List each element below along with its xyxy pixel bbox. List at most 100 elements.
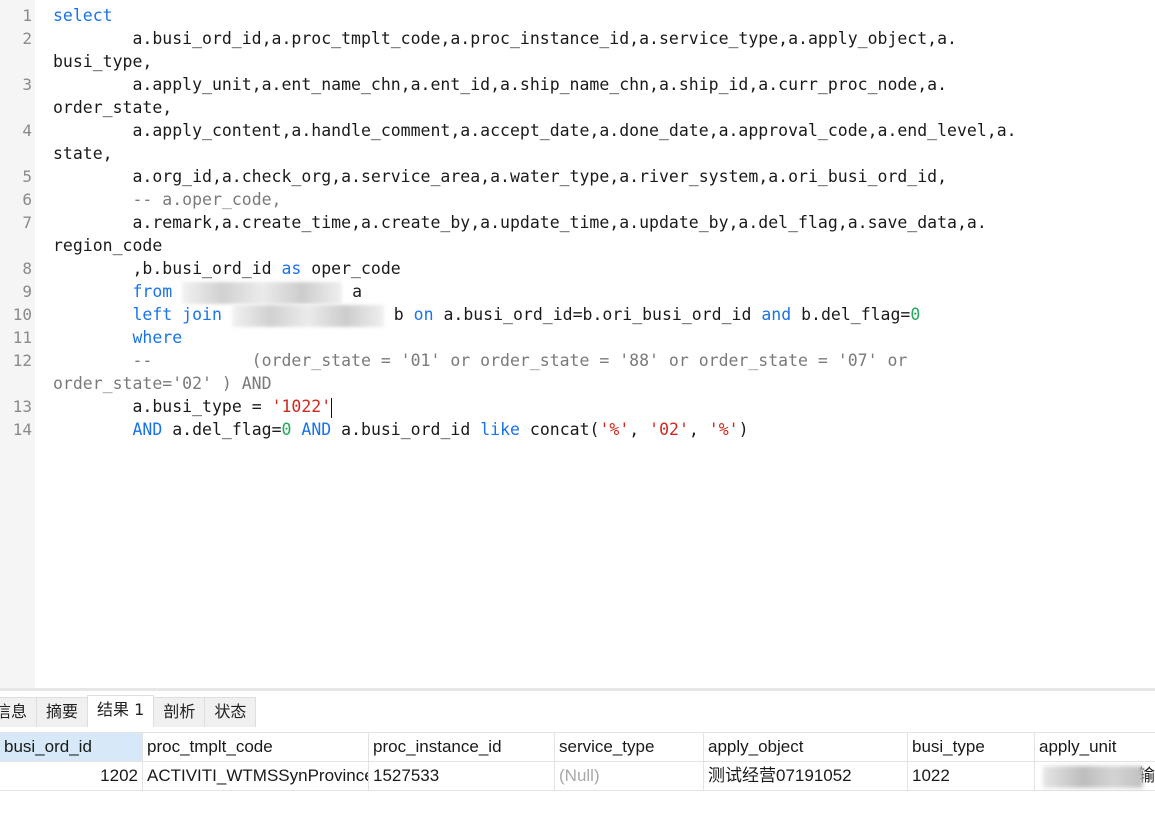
code-line: 10 left join b on a.busi_ord_id=b.ori_bu… — [0, 303, 1155, 327]
column-header-busi-type[interactable]: busi_type — [908, 733, 1035, 761]
tab-profile[interactable]: 剖析 — [153, 697, 206, 727]
line-number: 9 — [22, 282, 32, 301]
column-header-apply-unit[interactable]: apply_unit — [1035, 733, 1155, 761]
tab-result-1[interactable]: 结果 1 — [87, 695, 155, 727]
code-text: a.busi_ord_id,a.proc_tmplt_code,a.proc_i… — [53, 29, 957, 48]
string-literal: '%' — [708, 420, 739, 439]
code-text: AND a.del_flag=0 AND a.busi_ord_id like … — [53, 418, 749, 441]
line-number: 4 — [22, 121, 32, 140]
cell-proc-instance-id[interactable]: 1527533 — [369, 762, 555, 790]
column-header-proc-tmplt-code[interactable]: proc_tmplt_code — [143, 733, 369, 761]
result-tabs: 信息 摘要 结果 1 剖析 状态 — [0, 695, 257, 727]
keyword: on — [413, 305, 434, 324]
number-literal: 0 — [281, 420, 292, 439]
code-text: ,b.busi_ord_id as oper_code — [53, 257, 400, 280]
code-line: 9 from a — [0, 280, 1155, 304]
code-text: order_state, — [53, 98, 173, 117]
line-number: 13 — [12, 397, 32, 416]
code-token: ) — [738, 420, 749, 439]
code-token: a.busi_type = — [132, 397, 272, 416]
code-text: busi_type, — [53, 52, 153, 71]
code-token: , — [688, 420, 709, 439]
tab-summary[interactable]: 摘要 — [36, 697, 89, 727]
line-number: 6 — [22, 190, 32, 209]
code-line: 12 -- (order_state = '01' or order_state… — [0, 349, 1155, 372]
line-number: 3 — [22, 75, 32, 94]
code-line: 3 a.apply_unit,a.ent_name_chn,a.ent_id,a… — [0, 73, 1155, 96]
sql-editor[interactable]: 1 select 2 a.busi_ord_id,a.proc_tmplt_co… — [0, 0, 1155, 688]
code-text: a.apply_content,a.handle_comment,a.accep… — [53, 121, 1017, 140]
keyword: AND — [132, 420, 163, 439]
line-number: 7 — [22, 213, 32, 232]
table-row[interactable]: 1202 ACTIVITI_WTMSSynProvince 1527533 (N… — [0, 762, 1155, 791]
code-token: a.del_flag= — [162, 420, 282, 439]
cell-busi-ord-id[interactable]: 1202 — [0, 762, 143, 790]
table-alias: b — [393, 305, 414, 324]
code-line: 5 a.org_id,a.check_org,a.service_area,a.… — [0, 165, 1155, 188]
cell-service-type[interactable]: (Null) — [555, 762, 704, 790]
code-line: 13 a.busi_type = '1022' — [0, 395, 1155, 418]
code-token: ,b.busi_ord_id — [132, 259, 282, 278]
code-text: a.busi_type = '1022' — [53, 395, 333, 418]
cell-proc-tmplt-code[interactable]: ACTIVITI_WTMSSynProvince — [143, 762, 369, 790]
line-number: 11 — [12, 328, 32, 347]
code-line: 4 a.apply_content,a.handle_comment,a.acc… — [0, 119, 1155, 142]
results-pane: 信息 摘要 结果 1 剖析 状态 busi_ord_id proc_tmplt_… — [0, 688, 1155, 828]
code-line: 14 AND a.del_flag=0 AND a.busi_ord_id li… — [0, 418, 1155, 441]
line-number: 2 — [22, 29, 32, 48]
code-text: left join b on a.busi_ord_id=b.ori_busi_… — [53, 303, 920, 327]
sql-comment: -- (order_state = '01' or order_state = … — [53, 351, 908, 370]
keyword: left join — [132, 305, 222, 324]
code-line-wrap: order_state, — [0, 96, 1155, 119]
line-number: 8 — [22, 259, 32, 278]
keyword: as — [281, 259, 302, 278]
column-header-busi-ord-id[interactable]: busi_ord_id — [0, 733, 143, 761]
column-header-proc-instance-id[interactable]: proc_instance_id — [369, 733, 555, 761]
string-literal: '%' — [599, 420, 630, 439]
code-text: a.remark,a.create_time,a.create_by,a.upd… — [53, 213, 987, 232]
keyword: and — [761, 305, 792, 324]
string-literal: '1022' — [271, 397, 332, 416]
line-number: 5 — [22, 167, 32, 186]
code-line-wrap: busi_type, — [0, 50, 1155, 73]
redacted-apply-unit — [1043, 766, 1143, 788]
code-text: -- a.oper_code, — [53, 188, 282, 211]
string-literal: '02' — [649, 420, 689, 439]
code-text: state, — [53, 144, 113, 163]
line-number: 1 — [22, 6, 32, 25]
code-text: a.org_id,a.check_org,a.service_area,a.wa… — [53, 167, 948, 186]
code-line-wrap: state, — [0, 142, 1155, 165]
sql-comment: -- a.oper_code, — [132, 190, 282, 209]
keyword: where — [132, 328, 183, 347]
line-number: 14 — [12, 420, 32, 439]
keyword: from — [132, 282, 173, 301]
tab-info[interactable]: 信息 — [0, 697, 38, 727]
grid-header-row: busi_ord_id proc_tmplt_code proc_instanc… — [0, 733, 1155, 762]
redacted-table-name — [231, 304, 384, 327]
code-token: concat( — [519, 420, 600, 439]
code-line-wrap: region_code — [0, 234, 1155, 257]
code-line-wrap: order_state='02' ) AND — [0, 372, 1155, 395]
cell-apply-object[interactable]: 测试经营07191052 — [704, 762, 908, 790]
column-header-apply-object[interactable]: apply_object — [704, 733, 908, 761]
code-line: 7 a.remark,a.create_time,a.create_by,a.u… — [0, 211, 1155, 234]
code-token: a.busi_ord_id=b.ori_busi_ord_id — [433, 305, 762, 324]
column-header-service-type[interactable]: service_type — [555, 733, 704, 761]
cell-busi-type[interactable]: 1022 — [908, 762, 1035, 790]
table-alias: a — [352, 282, 363, 301]
code-token: , — [629, 420, 650, 439]
code-line: 2 a.busi_ord_id,a.proc_tmplt_code,a.proc… — [0, 27, 1155, 50]
redacted-table-name — [182, 281, 343, 304]
tab-status[interactable]: 状态 — [204, 697, 257, 727]
code-text: select — [53, 4, 113, 27]
code-text: a.apply_unit,a.ent_name_chn,a.ent_id,a.s… — [53, 75, 948, 94]
code-area[interactable]: 1 select 2 a.busi_ord_id,a.proc_tmplt_co… — [0, 4, 1155, 441]
result-grid[interactable]: busi_ord_id proc_tmplt_code proc_instanc… — [0, 732, 1155, 791]
